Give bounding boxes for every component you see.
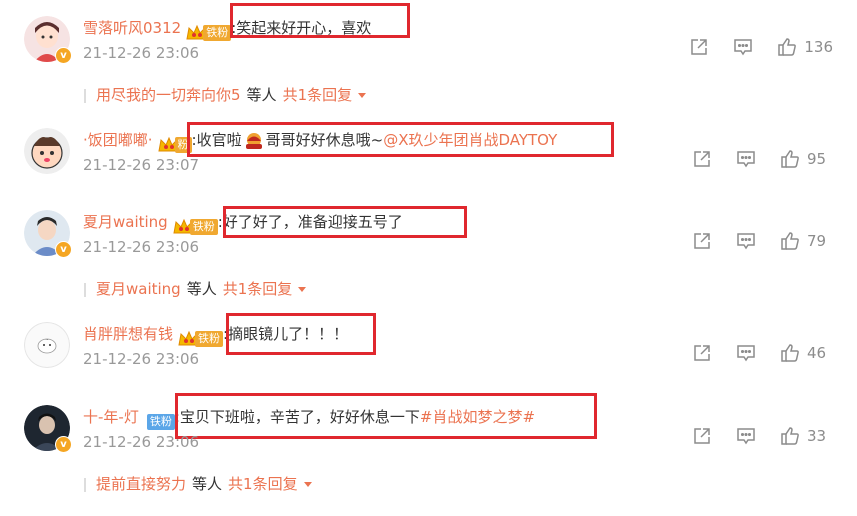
- verified-badge-icon: v: [55, 436, 72, 453]
- share-icon[interactable]: [692, 426, 712, 446]
- highlight-box: [223, 206, 467, 238]
- comment-icon[interactable]: [736, 426, 756, 446]
- comment-time: 21-12-26 23:06: [83, 433, 200, 451]
- like-icon[interactable]: [780, 149, 800, 169]
- action-bar: 46: [668, 343, 833, 363]
- fan-badge-label: 铁粉: [203, 25, 232, 41]
- username-link[interactable]: ·饭团嘟嘟·: [83, 131, 153, 149]
- reply-username[interactable]: 用尽我的一切奔向你5: [96, 86, 241, 104]
- reply-count-link[interactable]: 共1条回复: [228, 475, 298, 493]
- fan-badge[interactable]: 铁粉: [177, 326, 224, 347]
- comment-icon[interactable]: [736, 231, 756, 251]
- avatar[interactable]: v: [24, 405, 72, 453]
- reply-divider: [84, 477, 86, 492]
- username-link[interactable]: 夏月waiting: [83, 213, 168, 231]
- like-count: 95: [807, 150, 827, 168]
- fan-badge[interactable]: 铁粉: [185, 20, 232, 41]
- username-link[interactable]: 十-年-灯: [83, 408, 139, 426]
- reply-summary[interactable]: 用尽我的一切奔向你5 等人 共1条回复: [84, 84, 367, 105]
- comment-time: 21-12-26 23:06: [83, 350, 200, 368]
- reply-summary[interactable]: 夏月waiting 等人 共1条回复: [84, 278, 307, 299]
- like-count: 79: [807, 232, 827, 250]
- comment-time: 21-12-26 23:06: [83, 44, 200, 62]
- fan-badge-label: 铁粉: [195, 331, 224, 347]
- highlight-box: [175, 393, 597, 439]
- chevron-down-icon: [358, 93, 367, 98]
- like-icon[interactable]: [777, 37, 797, 57]
- chevron-down-icon: [298, 287, 307, 292]
- like-count: 136: [804, 38, 833, 56]
- comment-icon[interactable]: [733, 37, 753, 57]
- share-icon[interactable]: [692, 231, 712, 251]
- reply-divider: [84, 282, 86, 297]
- reply-others: 等人: [192, 475, 223, 493]
- share-icon[interactable]: [689, 37, 709, 57]
- avatar[interactable]: [24, 128, 70, 174]
- avatar[interactable]: v: [24, 16, 72, 64]
- highlight-box: [187, 122, 614, 157]
- comment-time: 21-12-26 23:07: [83, 156, 200, 174]
- fan-badge-label: 铁粉: [146, 414, 175, 430]
- username-link[interactable]: 雪落听风0312: [83, 19, 181, 37]
- action-bar: 136: [665, 37, 833, 57]
- avatar[interactable]: ~: [24, 322, 70, 368]
- action-bar: 95: [668, 149, 833, 169]
- share-icon[interactable]: [692, 149, 712, 169]
- fan-badge[interactable]: 铁粉: [172, 214, 218, 235]
- reply-others: 等人: [246, 86, 277, 104]
- comment-icon[interactable]: [736, 343, 756, 363]
- comment-icon[interactable]: [736, 149, 756, 169]
- reply-count-link[interactable]: 共1条回复: [283, 86, 353, 104]
- like-icon[interactable]: [780, 343, 800, 363]
- chevron-down-icon: [303, 482, 312, 487]
- highlight-box: [230, 3, 410, 38]
- action-bar: 33: [668, 426, 833, 446]
- avatar[interactable]: v: [24, 210, 72, 258]
- verified-badge-icon: v: [55, 241, 72, 258]
- like-icon[interactable]: [780, 426, 800, 446]
- svg-text:~: ~: [45, 337, 48, 342]
- fan-badge[interactable]: 铁粉: [146, 409, 175, 430]
- highlight-box: [226, 313, 376, 355]
- share-icon[interactable]: [692, 343, 712, 363]
- reply-username[interactable]: 夏月waiting: [96, 280, 181, 298]
- comment-time: 21-12-26 23:06: [83, 238, 200, 256]
- reply-summary[interactable]: 提前直接努力 等人 共1条回复: [84, 473, 312, 494]
- action-bar: 79: [668, 231, 833, 251]
- like-count: 33: [807, 427, 827, 445]
- reply-username[interactable]: 提前直接努力: [96, 475, 186, 493]
- fan-badge-label: 铁粉: [189, 219, 218, 235]
- reply-others: 等人: [186, 280, 217, 298]
- reply-count-link[interactable]: 共1条回复: [223, 280, 293, 298]
- verified-badge-icon: v: [55, 47, 72, 64]
- like-count: 46: [807, 344, 827, 362]
- reply-divider: [84, 88, 86, 103]
- username-link[interactable]: 肖胖胖想有钱: [83, 325, 173, 343]
- like-icon[interactable]: [780, 231, 800, 251]
